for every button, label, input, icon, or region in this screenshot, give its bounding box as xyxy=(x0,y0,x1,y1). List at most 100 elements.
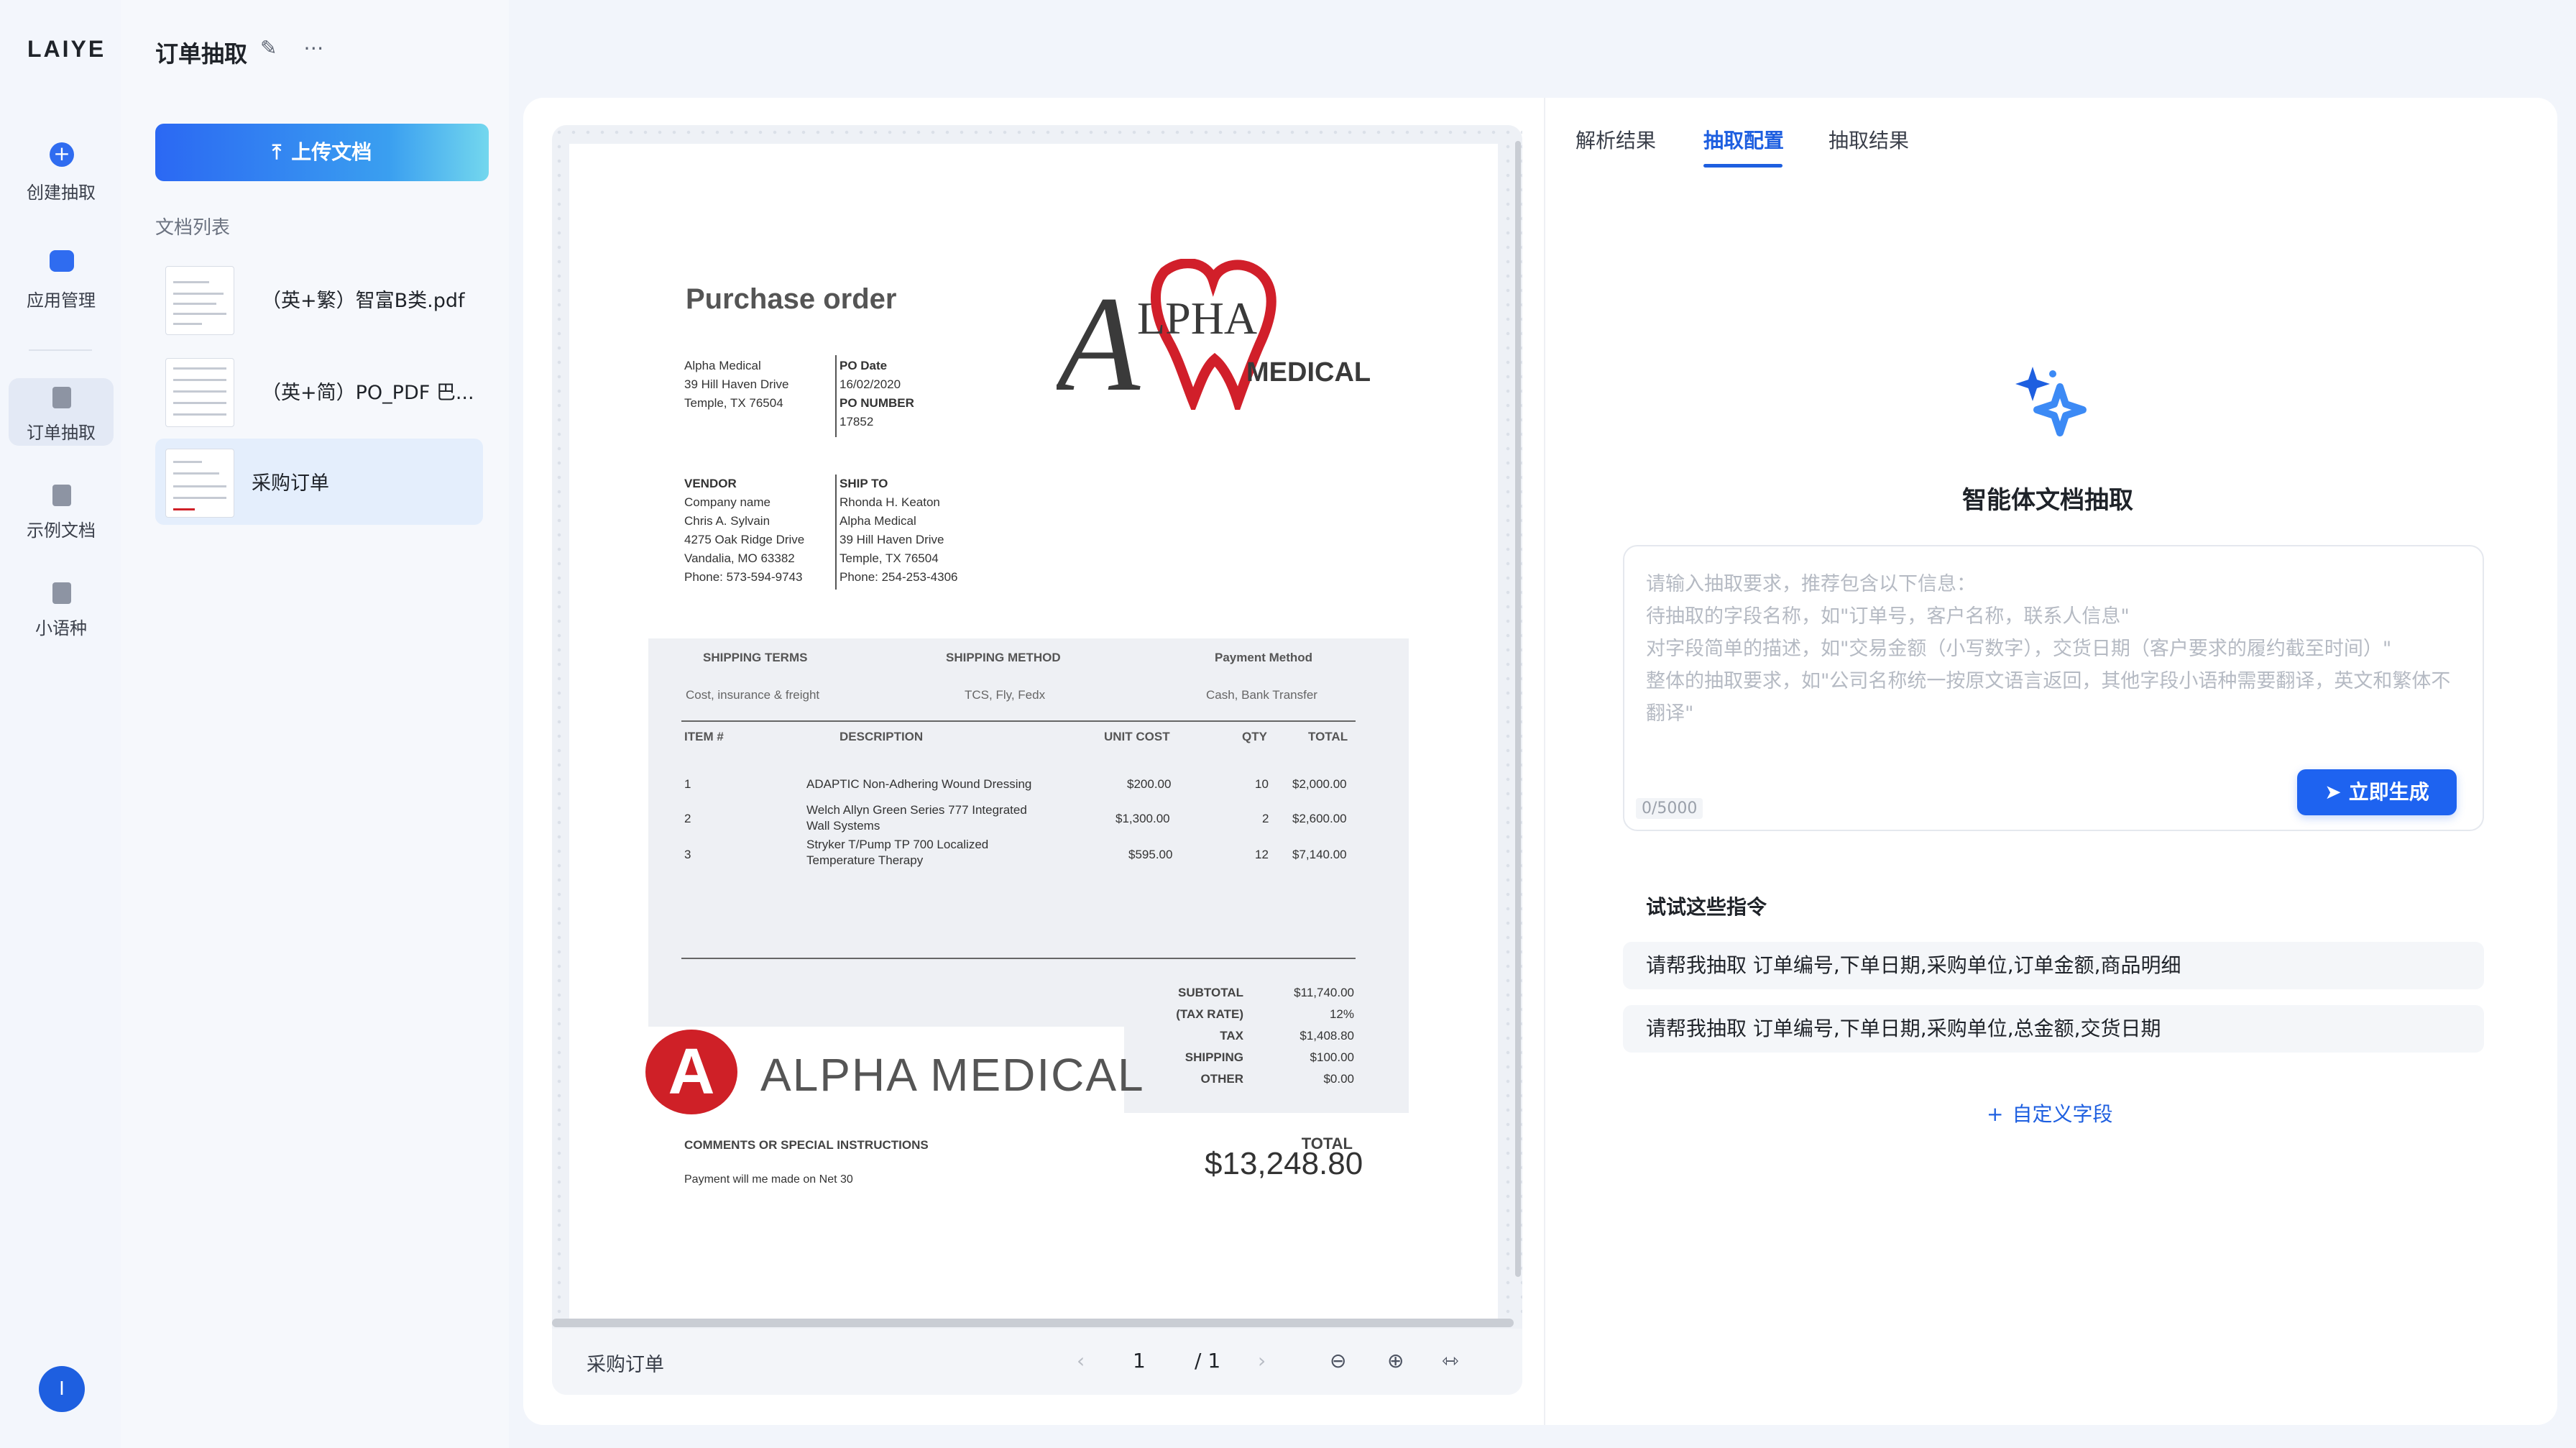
ship-to-block: SHIP TO Rhonda H. Keaton Alpha Medical 3… xyxy=(840,475,957,587)
ship-to-line: Alpha Medical xyxy=(840,514,916,528)
table-cell: $7,140.00 xyxy=(1292,848,1347,861)
table-rule xyxy=(681,958,1356,959)
table-cell: 3 xyxy=(684,848,691,861)
tab-extraction-result[interactable]: 抽取结果 xyxy=(1828,125,1909,154)
po-number-label: PO NUMBER xyxy=(840,396,914,410)
pane-divider xyxy=(1544,98,1545,1425)
nav-divider xyxy=(29,349,92,351)
alpha-medical-logo: A LPHA MEDICAL xyxy=(1057,259,1371,410)
divider-line xyxy=(835,355,837,437)
column-header: UNIT COST xyxy=(1104,730,1170,743)
upload-label: 上传文档 xyxy=(291,141,372,163)
summary-value: 12% xyxy=(1329,1007,1354,1021)
ship-to-line: 39 Hill Haven Drive xyxy=(840,533,944,546)
zoom-in-icon[interactable]: ⊕ xyxy=(1387,1349,1404,1373)
summary-label: SUBTOTAL xyxy=(1178,986,1243,999)
active-tab-indicator xyxy=(1703,164,1782,168)
custom-field-label: 自定义字段 xyxy=(2012,1102,2113,1126)
nav-app-management[interactable]: 应用管理 xyxy=(9,240,114,311)
plus-icon: + xyxy=(50,142,74,167)
suggestion-item[interactable]: 请帮我抽取 订单编号,下单日期,采购单位,总金额,交货日期 xyxy=(1623,1005,2484,1053)
summary-label: OTHER xyxy=(1200,1072,1244,1086)
logo-letter: A xyxy=(1057,269,1141,410)
project-title: 订单抽取 xyxy=(155,40,248,68)
user-avatar[interactable]: I xyxy=(39,1366,85,1412)
vendor-label: VENDOR xyxy=(684,477,737,490)
nav-label: 订单抽取 xyxy=(27,423,96,443)
upload-icon: ⤒ xyxy=(272,141,282,163)
summary-label: SHIPPING xyxy=(1184,1050,1243,1064)
alpha-medical-banner-logo: A ALPHA MEDICAL xyxy=(645,1027,1144,1114)
summary-value: $11,740.00 xyxy=(1294,986,1354,999)
generate-button[interactable]: ➤ 立即生成 xyxy=(2297,769,2457,815)
nav-create-extraction[interactable]: + 创建抽取 xyxy=(9,132,114,203)
summary-value: $100.00 xyxy=(1310,1050,1354,1064)
summary-value: $1,408.80 xyxy=(1300,1029,1354,1043)
nav-label: 小语种 xyxy=(35,618,87,638)
document-icon xyxy=(52,582,71,604)
table-cell: ADAPTIC Non-Adhering Wound Dressing xyxy=(806,777,1032,791)
table-cell-line: Temperature Therapy xyxy=(806,853,924,867)
send-icon: ➤ xyxy=(2324,780,2342,804)
table-cell: $2,000.00 xyxy=(1292,777,1347,791)
vertical-scrollbar[interactable] xyxy=(1515,141,1521,1277)
next-page-icon[interactable]: › xyxy=(1258,1349,1266,1373)
logo: LAIYE xyxy=(27,36,106,62)
po-title: Purchase order xyxy=(686,283,897,315)
tab-parse-result[interactable]: 解析结果 xyxy=(1576,125,1656,154)
character-counter: 0/5000 xyxy=(1636,798,1703,819)
document-list-item-selected[interactable]: 采购订单 xyxy=(155,439,483,525)
zoom-out-icon[interactable]: ⊖ xyxy=(1330,1349,1346,1373)
vendor-line: Phone: 573-594-9743 xyxy=(684,570,803,584)
document-thumbnail xyxy=(165,449,234,518)
document-icon xyxy=(52,485,71,506)
custom-field-button[interactable]: + 自定义字段 xyxy=(1987,1099,2112,1127)
table-cell: $200.00 xyxy=(1127,777,1172,791)
logo-bottom-text: MEDICAL xyxy=(1246,357,1371,388)
tab-extraction-config[interactable]: 抽取配置 xyxy=(1703,125,1784,154)
more-icon[interactable]: ⋯ xyxy=(303,36,323,60)
column-header: TOTAL xyxy=(1308,730,1348,743)
document-list-label: 文档列表 xyxy=(155,217,231,239)
column-header: QTY xyxy=(1242,730,1267,743)
prev-page-icon[interactable]: ‹ xyxy=(1077,1349,1085,1373)
table-cell: 2 xyxy=(684,812,691,825)
table-cell: $1,300.00 xyxy=(1116,812,1170,825)
column-header: ITEM # xyxy=(684,730,724,743)
table-cell: Stryker T/Pump TP 700 Localized Temperatu… xyxy=(806,837,988,869)
nav-sample-documents[interactable]: 示例文档 xyxy=(9,476,114,544)
sparkle-icon xyxy=(2015,367,2087,436)
fit-width-icon[interactable]: ⇿ xyxy=(1442,1349,1458,1373)
ship-to-label: SHIP TO xyxy=(840,477,888,490)
table-cell: 10 xyxy=(1255,777,1269,791)
summary-label: TAX xyxy=(1220,1029,1243,1043)
table-cell-line: Stryker T/Pump TP 700 Localized xyxy=(806,838,989,851)
nav-label: 示例文档 xyxy=(27,521,96,541)
suggestions-title: 试试这些指令 xyxy=(1646,895,1767,919)
column-header: DESCRIPTION xyxy=(840,730,924,743)
total-amount: $13,248.80 xyxy=(1205,1146,1363,1181)
table-cell: $2,600.00 xyxy=(1292,812,1347,825)
page-current-input[interactable]: 1 xyxy=(1133,1349,1146,1373)
document-list-item[interactable]: （英+简）PO_PDF 巴... xyxy=(155,348,483,434)
horizontal-scrollbar[interactable] xyxy=(552,1319,1514,1327)
po-number: 17852 xyxy=(840,415,874,429)
po-date-label: PO Date xyxy=(840,359,888,372)
document-list-item[interactable]: （英+繁）智富B类.pdf xyxy=(155,256,483,342)
document-thumbnail xyxy=(165,266,234,335)
from-name: Alpha Medical xyxy=(684,359,761,372)
summary-label: (TAX RATE) xyxy=(1176,1007,1243,1021)
shipping-method-label: SHIPPING METHOD xyxy=(946,651,1061,664)
prompt-placeholder: 请输入抽取要求，推荐包含以下信息： 待抽取的字段名称，如"订单号，客户名称，联系… xyxy=(1646,573,2451,725)
comments-text: Payment will me made on Net 30 xyxy=(684,1173,853,1186)
summary-value: $0.00 xyxy=(1323,1072,1354,1086)
nav-order-extraction[interactable]: 订单抽取 xyxy=(9,378,114,446)
table-cell: $595.00 xyxy=(1128,848,1173,861)
nav-minor-languages[interactable]: 小语种 xyxy=(9,574,114,641)
document-name: （英+简）PO_PDF 巴... xyxy=(262,382,474,404)
upload-document-button[interactable]: ⤒ 上传文档 xyxy=(155,124,489,181)
payment-method: Cash, Bank Transfer xyxy=(1206,688,1317,702)
suggestion-item[interactable]: 请帮我抽取 订单编号,下单日期,采购单位,订单金额,商品明细 xyxy=(1623,942,2484,989)
from-address-line: 39 Hill Haven Drive xyxy=(684,377,789,391)
edit-icon[interactable]: ✎ xyxy=(260,36,277,60)
